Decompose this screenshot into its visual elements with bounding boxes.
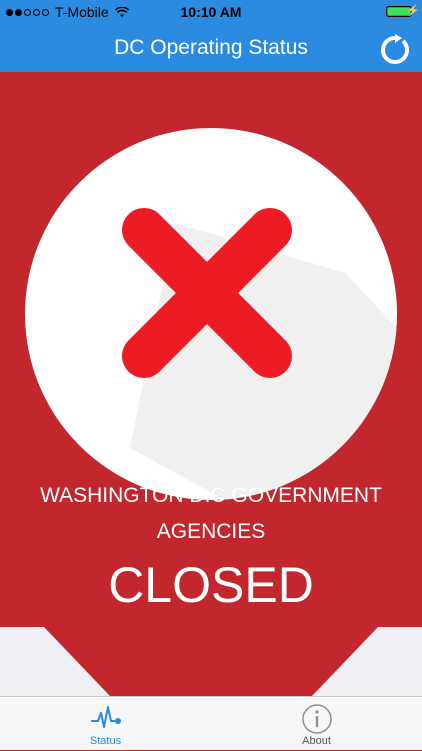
navigation-bar: DC Operating Status	[0, 24, 422, 72]
tab-status[interactable]: Status	[0, 697, 211, 751]
status-bar: T-Mobile 10:10 AM ⚡	[0, 0, 422, 24]
status-circle	[25, 128, 397, 500]
status-text: CLOSED	[108, 557, 314, 613]
agency-line-1: WASHINGTON D.C GOVERNMENT	[40, 484, 382, 507]
tab-about[interactable]: About	[211, 697, 422, 751]
clock: 10:10 AM	[180, 4, 242, 20]
agency-line-2: AGENCIES	[156, 520, 266, 543]
tab-bar: Status About	[0, 696, 422, 750]
heartbeat-icon	[91, 706, 121, 728]
status-panel: WASHINGTON D.C GOVERNMENT AGENCIES CLOSE…	[0, 72, 422, 696]
tab-status-label: Status	[89, 735, 122, 747]
x-mark-icon	[122, 208, 397, 500]
tab-about-label: About	[302, 735, 331, 747]
info-icon	[302, 704, 332, 734]
page-title: DC Operating Status	[114, 36, 308, 59]
bottom-ribbon-decoration	[0, 627, 422, 696]
charging-bolt-icon: ⚡	[406, 5, 420, 17]
refresh-icon[interactable]	[378, 33, 412, 67]
